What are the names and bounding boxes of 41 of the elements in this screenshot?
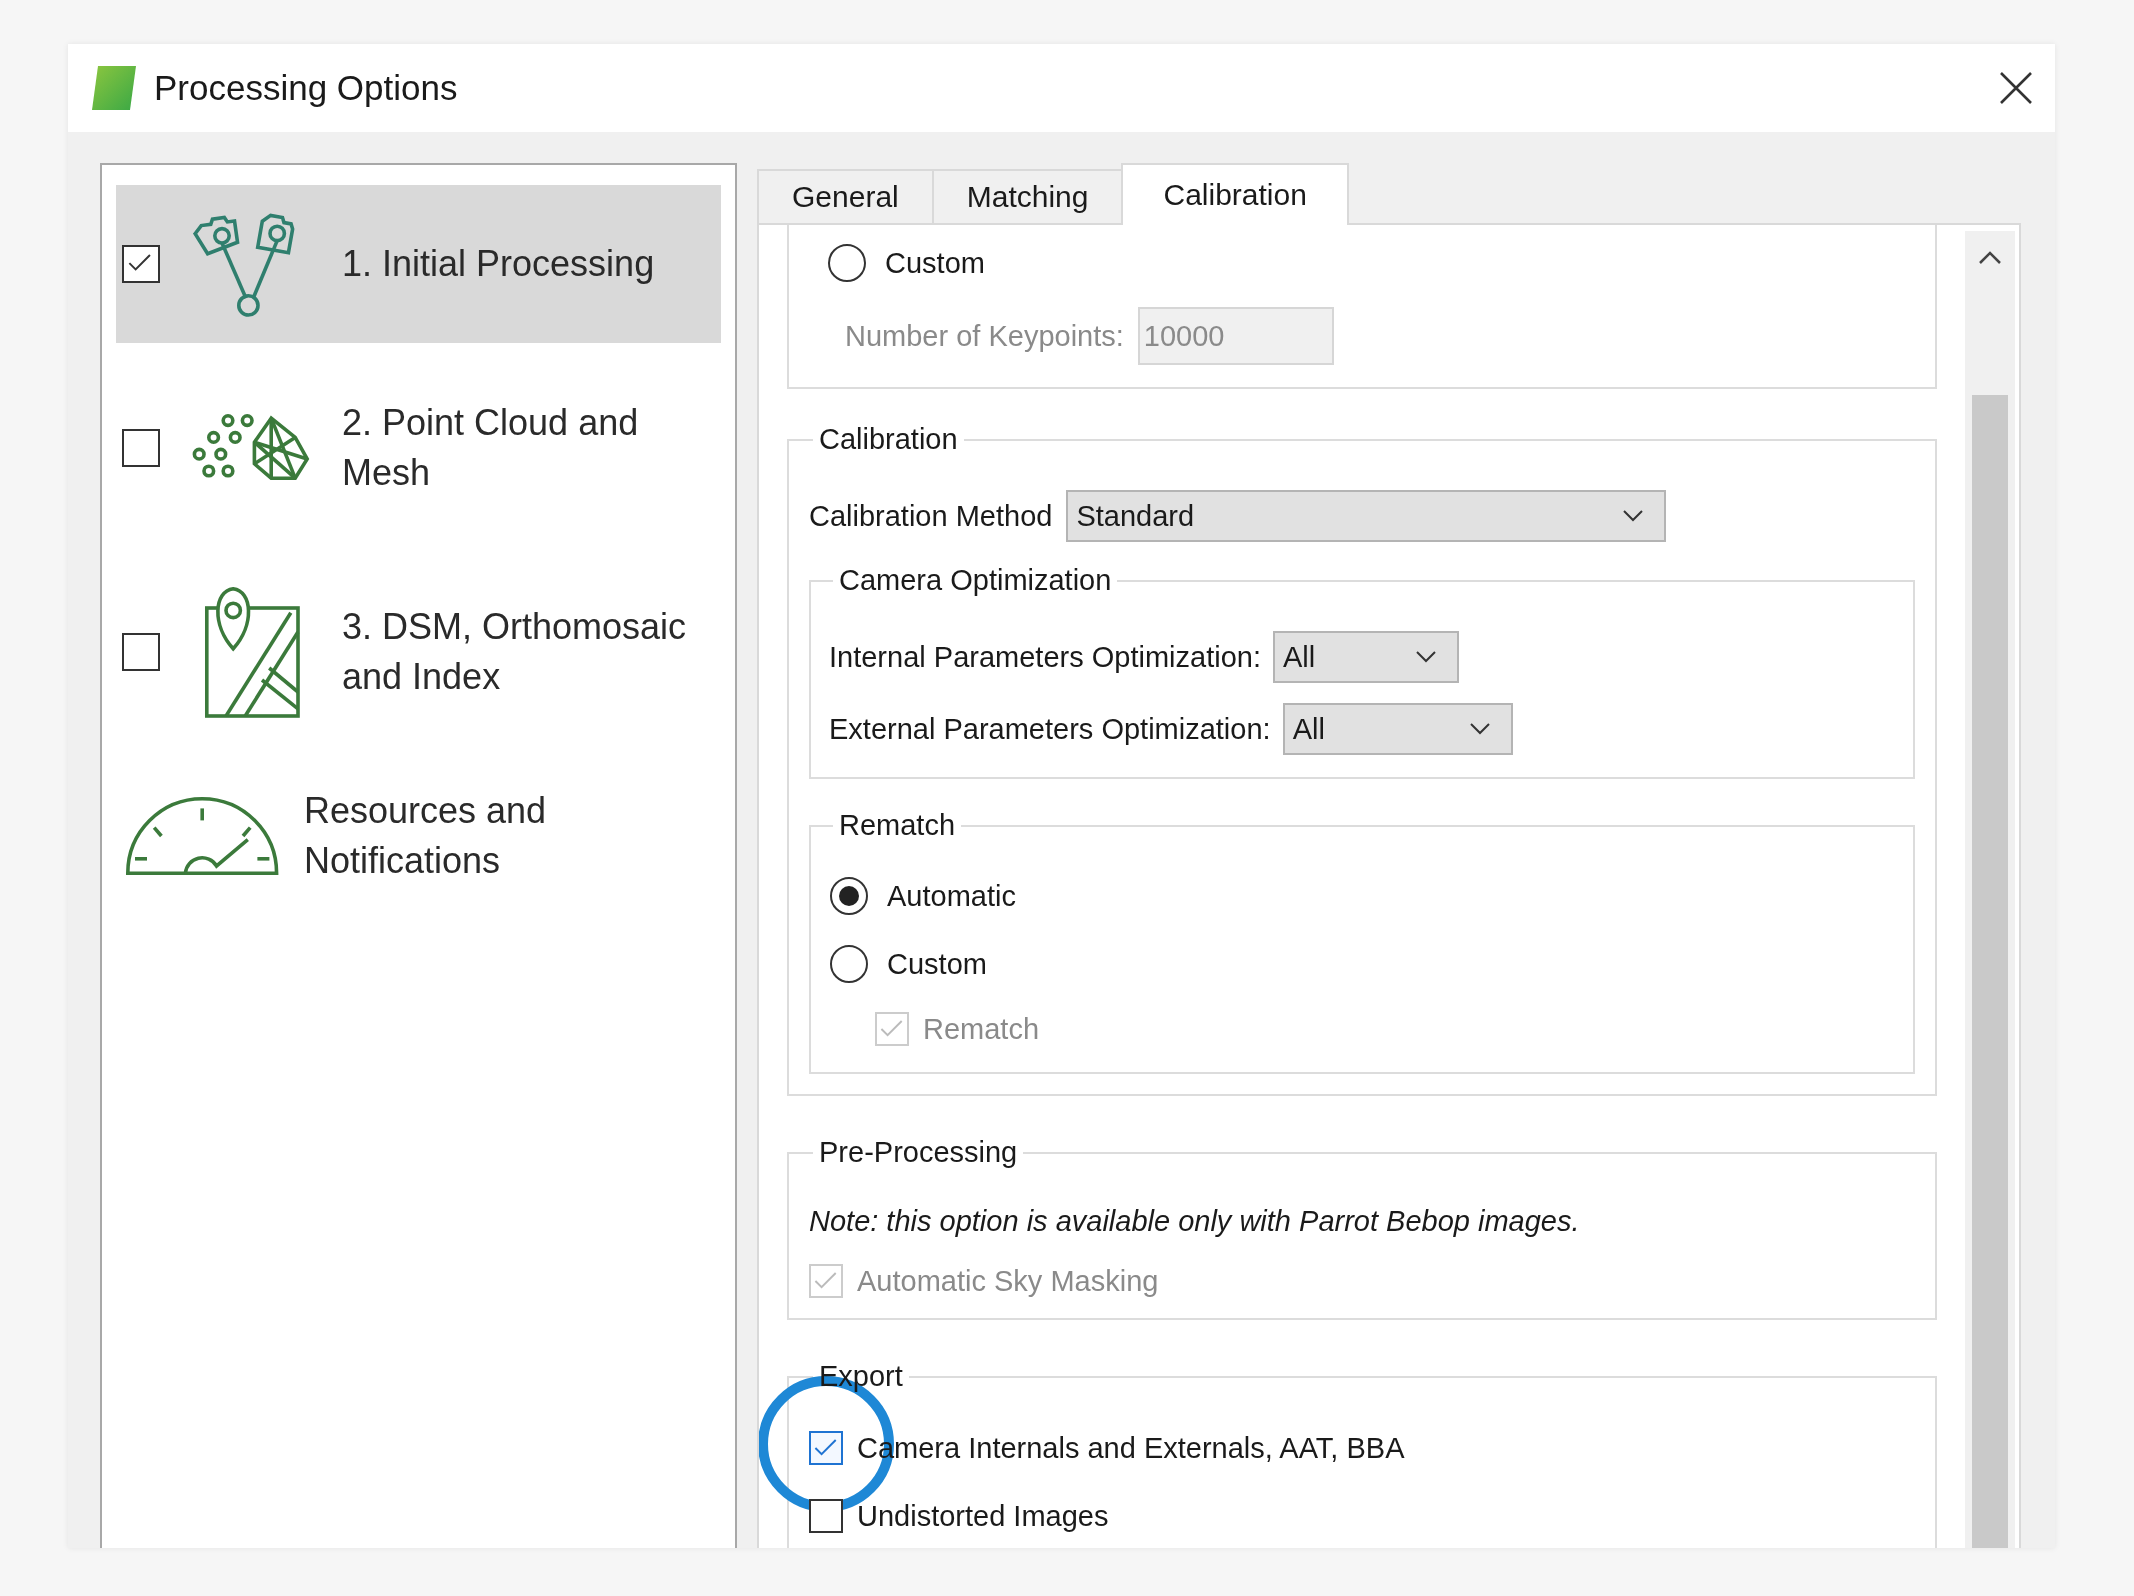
sidebar-item[interactable]: 1. Initial Processing xyxy=(116,185,721,343)
group-title: Export xyxy=(818,1360,904,1393)
sidebar-item[interactable]: 3. DSM, Orthomosaic and Index xyxy=(116,573,721,731)
group-title: Camera Optimization xyxy=(838,564,1113,597)
radio-button[interactable] xyxy=(829,876,869,916)
checkbox[interactable] xyxy=(809,1431,843,1465)
scroll-up-icon[interactable] xyxy=(1978,249,2002,265)
radio-label: Custom xyxy=(887,947,987,981)
radio-button[interactable] xyxy=(829,944,869,984)
scrollbar[interactable] xyxy=(1965,231,2015,1548)
window-title: Processing Options xyxy=(154,68,459,108)
dropdown[interactable]: All xyxy=(1282,703,1513,755)
chevron-down-icon xyxy=(1468,722,1491,736)
sidebar-item[interactable]: 2. Point Cloud and Mesh xyxy=(116,369,721,527)
checkbox[interactable] xyxy=(122,245,160,283)
field-label: Calibration Method xyxy=(809,499,1053,533)
note-text: Note: this option is available only with Parrot Bebop images. xyxy=(809,1205,1581,1238)
dropdown[interactable]: Standard xyxy=(1066,490,1667,542)
radio-label: Automatic xyxy=(887,879,1016,913)
group-title: Rematch xyxy=(838,809,957,842)
group-title: Calibration xyxy=(818,423,959,456)
chevron-down-icon xyxy=(1622,509,1645,523)
checkbox-label: Automatic Sky Masking xyxy=(857,1264,1159,1298)
group-title: Pre-Processing xyxy=(818,1136,1019,1169)
field-label: Number of Keypoints: xyxy=(845,319,1124,353)
dropdown[interactable]: All xyxy=(1272,631,1459,683)
checkbox-label: Undistorted Images xyxy=(857,1499,1109,1533)
field-label: External Parameters Optimization: xyxy=(829,712,1271,746)
checkbox[interactable] xyxy=(122,633,160,671)
app-logo-icon xyxy=(90,64,138,112)
checkbox[interactable] xyxy=(809,1499,843,1533)
tab[interactable]: General xyxy=(757,169,934,223)
radio-button[interactable] xyxy=(827,243,867,283)
close-icon[interactable] xyxy=(1999,71,2033,105)
radio-label: Custom xyxy=(885,246,985,280)
chevron-down-icon xyxy=(1414,650,1437,664)
sidebar-item[interactable]: Resources and Notifications xyxy=(116,757,721,915)
tab[interactable]: Calibration xyxy=(1121,163,1349,225)
checkbox-label: Rematch xyxy=(923,1012,1040,1046)
field-label: Internal Parameters Optimization: xyxy=(829,640,1261,674)
checkbox[interactable] xyxy=(122,429,160,467)
